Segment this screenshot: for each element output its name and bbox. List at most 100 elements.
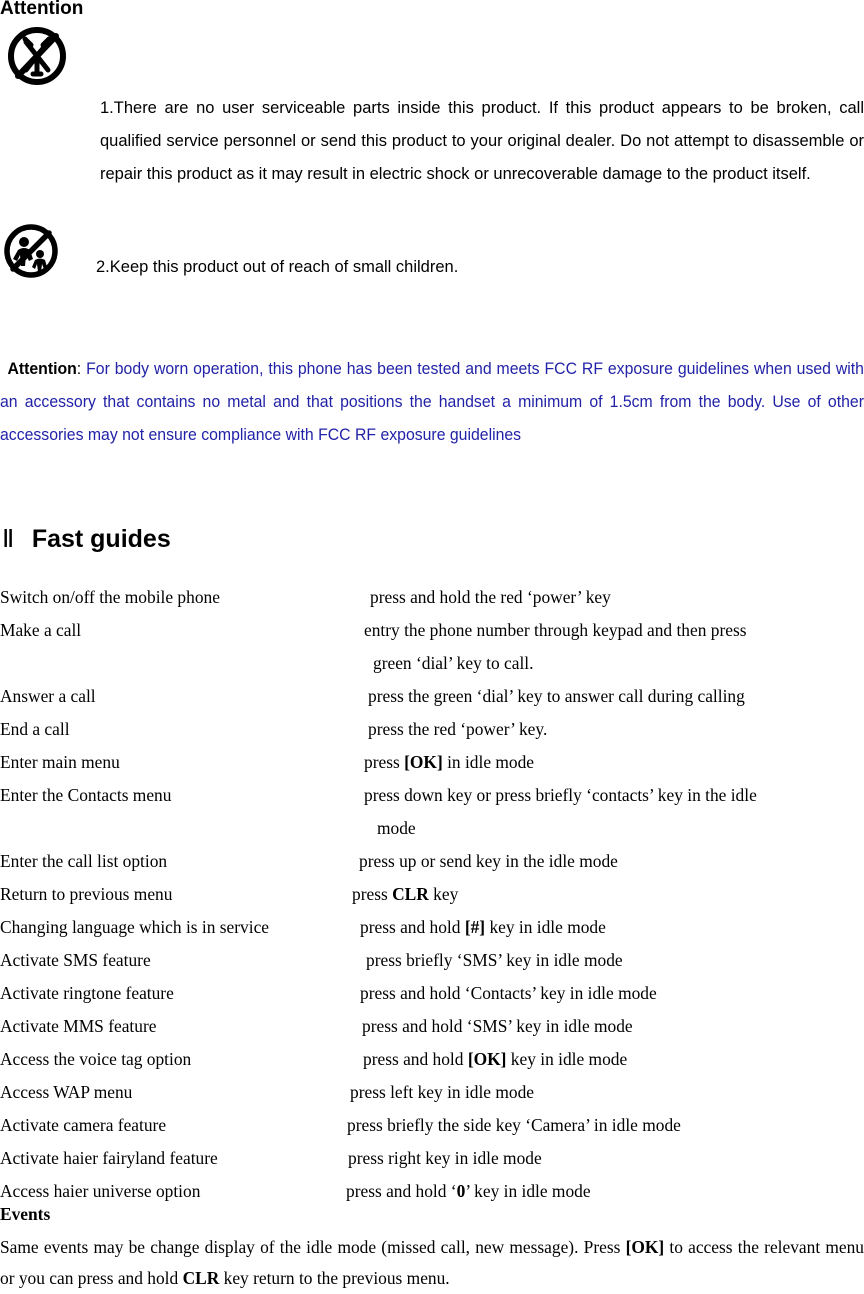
guide-desc-post: key in idle mode (485, 917, 606, 937)
guide-desc-post: ’ key in idle mode (465, 1181, 591, 1201)
no-disassembly-icon (6, 24, 68, 88)
guide-description: press left key in idle mode (350, 1076, 534, 1109)
guide-row: Access WAP menu press left key in idle mo… (0, 1076, 864, 1109)
safety-note-1: 1.There are no user serviceable parts in… (100, 99, 864, 183)
guide-description: entry the phone number through keypad an… (364, 614, 747, 647)
guide-action-label: End a call (0, 719, 70, 739)
guide-row: Enter the Contacts menu press down key or… (0, 779, 864, 812)
fcc-lead-label: Attention (7, 359, 77, 378)
events-clr-key: CLR (182, 1268, 220, 1288)
guide-desc-pre: press and hold ‘SMS’ key in idle mode (362, 1016, 633, 1036)
fcc-colon: : (76, 359, 82, 378)
guide-action-label: Switch on/off the mobile phone (0, 587, 220, 607)
guide-row: Activate MMS feature press and hold ‘SMS’… (0, 1010, 864, 1043)
guide-description: press and hold ‘Contacts’ key in idle mo… (360, 977, 657, 1010)
guide-desc-pre: press and hold ‘ (346, 1181, 457, 1201)
guide-desc-pre: press and hold (360, 917, 465, 937)
guide-action-label: Changing language which is in service (0, 917, 270, 937)
guide-desc-pre: press and hold (363, 1049, 468, 1069)
guide-desc-pre: press (364, 752, 405, 772)
guide-action-label: Answer a call (0, 686, 96, 706)
events-heading: Events (0, 1204, 51, 1224)
guide-key-token: CLR (392, 884, 429, 904)
guide-action-label: Enter the Contacts menu (0, 785, 172, 805)
guide-description: press down key or press briefly ‘contact… (364, 779, 757, 812)
guide-desc-pre: press and hold the red ‘power’ key (370, 587, 611, 607)
guide-action-label: Make a call (0, 620, 82, 640)
events-ok-key: [OK] (625, 1237, 665, 1257)
guide-desc-pre: press left key in idle mode (350, 1082, 535, 1102)
guide-desc-post: in idle mode (442, 752, 535, 772)
guide-row-continuation: green ‘dial’ key to call. (0, 647, 864, 680)
guide-row: Answer a call press the green ‘dial’ key … (0, 680, 864, 713)
safety-note-2: 2.Keep this product out of reach of smal… (96, 258, 459, 276)
guide-description: press and hold the red ‘power’ key (370, 581, 611, 614)
guide-row: Enter the call list option press up or se… (0, 845, 864, 878)
guide-row: End a call press the red ‘power’ key. (0, 713, 864, 746)
guide-key-token: 0 (456, 1181, 466, 1201)
guide-row: Activate ringtone feature press and hold … (0, 977, 864, 1010)
guide-desc-pre: press (352, 884, 393, 904)
fcc-rf-exposure-note: Attention: For body worn operation, this… (0, 352, 864, 451)
guide-desc-pre: press briefly the side key ‘Camera’ in i… (347, 1115, 681, 1135)
guide-description: press up or send key in the idle mode (359, 845, 618, 878)
guide-action-label: Access WAP menu (0, 1082, 133, 1102)
guide-desc-pre: entry the phone number through keypad an… (364, 620, 747, 640)
guide-action-label: Return to previous menu (0, 884, 173, 904)
guide-desc-pre: press the green ‘dial’ key to answer cal… (368, 686, 745, 706)
guide-desc-pre: press briefly ‘SMS’ key in idle mode (366, 950, 623, 970)
guide-description: press the green ‘dial’ key to answer cal… (368, 680, 745, 713)
guide-row: Activate haier fairyland feature press ri… (0, 1142, 864, 1175)
guide-action-label: Access the voice tag option (0, 1049, 192, 1069)
guide-row: Activate camera feature press briefly the… (0, 1109, 864, 1142)
guide-row: Return to previous menu press CLR key (0, 878, 864, 911)
guide-key-token: [#] (464, 917, 486, 937)
section-heading: Ⅱ Fast guides (2, 524, 171, 564)
guide-description: press and hold ‘0’ key in idle mode (346, 1175, 591, 1208)
guide-desc-pre: press down key or press briefly ‘contact… (364, 785, 757, 805)
section-numeral: Ⅱ (2, 526, 15, 553)
events-text-1: Same events may be change display of the… (0, 1237, 626, 1257)
events-text-3: key return to the previous menu. (219, 1268, 450, 1288)
guide-action-label: Activate camera feature (0, 1115, 167, 1135)
events-description: Same events may be change display of the… (0, 1232, 864, 1294)
guide-action-label: Enter main menu (0, 752, 120, 772)
guide-description: press and hold [OK] key in idle mode (363, 1043, 627, 1076)
page-title: Attention (0, 0, 84, 19)
guide-description-continued: green ‘dial’ key to call. (373, 653, 534, 673)
guide-action-label: Activate ringtone feature (0, 983, 174, 1003)
guide-row: Make a call entry the phone number throug… (0, 614, 864, 647)
guide-description: press the red ‘power’ key. (368, 713, 547, 746)
guide-row: Switch on/off the mobile phone press and … (0, 581, 864, 614)
guide-description: press briefly the side key ‘Camera’ in i… (347, 1109, 681, 1142)
no-children-icon (2, 222, 60, 280)
guide-description-continued: mode (377, 818, 416, 838)
guide-row: Access haier universe option press and ho… (0, 1175, 864, 1208)
section-title: Fast guides (31, 525, 171, 553)
guide-row: Enter main menu press [OK] in idle mode (0, 746, 864, 779)
guide-row: Changing language which is in service pre… (0, 911, 864, 944)
guide-desc-pre: press the red ‘power’ key. (368, 719, 548, 739)
guide-key-token: [OK] (467, 1049, 507, 1069)
guide-action-label: Activate MMS feature (0, 1016, 157, 1036)
fast-guide-table: Switch on/off the mobile phone press and … (0, 581, 864, 1208)
guide-row: Activate SMS feature press briefly ‘SMS’ … (0, 944, 864, 977)
guide-action-label: Activate haier fairyland feature (0, 1148, 218, 1168)
guide-desc-post: key (428, 884, 459, 904)
guide-description: press and hold [#] key in idle mode (360, 911, 606, 944)
guide-desc-pre: press up or send key in the idle mode (359, 851, 618, 871)
guide-action-label: Activate SMS feature (0, 950, 151, 970)
guide-row-continuation: mode (0, 812, 864, 845)
guide-description: press CLR key (352, 878, 458, 911)
guide-row: Access the voice tag option press and hol… (0, 1043, 864, 1076)
guide-description: press and hold ‘SMS’ key in idle mode (362, 1010, 633, 1043)
guide-description: press right key in idle mode (348, 1142, 542, 1175)
guide-desc-pre: press right key in idle mode (348, 1148, 542, 1168)
guide-description: press [OK] in idle mode (364, 746, 534, 779)
guide-action-label: Enter the call list option (0, 851, 168, 871)
guide-desc-pre: press and hold ‘Contacts’ key in idle mo… (360, 983, 657, 1003)
guide-desc-post: key in idle mode (506, 1049, 628, 1069)
fcc-body-text: For body worn operation, this phone has … (0, 359, 864, 444)
guide-key-token: [OK] (404, 752, 443, 772)
guide-description: press briefly ‘SMS’ key in idle mode (366, 944, 623, 977)
